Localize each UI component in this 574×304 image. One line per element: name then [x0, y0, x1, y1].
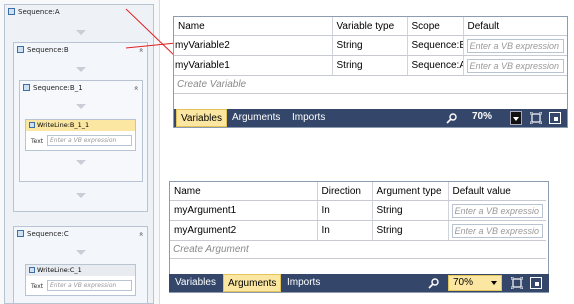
- arguments-toolbar: Variables Arguments Imports 70%: [169, 274, 549, 292]
- tab-arguments[interactable]: Arguments: [223, 274, 282, 292]
- sequence-b1-header[interactable]: Sequence:B_1 »: [20, 81, 142, 95]
- drop-target-arrow: [76, 160, 86, 165]
- variables-toolbar: Variables Arguments Imports 70%: [174, 109, 567, 127]
- arguments-header-row: Name Direction Argument type Default val…: [170, 182, 546, 201]
- chevron-down-icon: [491, 281, 497, 285]
- column-header[interactable]: Name: [174, 17, 333, 36]
- writeline-b11-title: WriteLine:B_1_1: [37, 121, 90, 129]
- text-expression-input[interactable]: Enter a VB expression: [47, 280, 132, 291]
- create-row: Create Argument: [170, 240, 546, 259]
- column-header[interactable]: Default: [463, 17, 567, 36]
- drop-target-arrow: [76, 30, 86, 35]
- column-header[interactable]: Name: [170, 182, 318, 201]
- writeline-b11-header[interactable]: WriteLine:B_1_1: [26, 120, 135, 131]
- zoom-dropdown-button[interactable]: [510, 111, 522, 125]
- sequence-c-header[interactable]: Sequence:C »: [14, 227, 147, 241]
- tab-arguments[interactable]: Arguments: [228, 109, 284, 127]
- variable-default-cell: [463, 35, 567, 56]
- writeline-icon: [29, 267, 35, 273]
- writeline-c1-header[interactable]: WriteLine:C_1: [26, 265, 135, 276]
- argument-default-cell: [448, 200, 546, 221]
- overview-icon[interactable]: [530, 277, 542, 289]
- variables-header-row: Name Variable type Scope Default: [174, 17, 567, 36]
- text-label: Text: [31, 283, 44, 290]
- argument-direction[interactable]: In: [317, 220, 373, 241]
- tab-variables[interactable]: Variables: [171, 274, 220, 292]
- variable-name[interactable]: myVariable1: [174, 55, 333, 76]
- writeline-icon: [29, 122, 35, 128]
- variable-scope[interactable]: Sequence:B: [407, 35, 464, 56]
- arguments-grid: Name Direction Argument type Default val…: [170, 182, 546, 259]
- writeline-c1[interactable]: WriteLine:C_1 Text Enter a VB expression: [25, 264, 136, 296]
- text-expression-input[interactable]: Enter a VB expression: [47, 135, 132, 146]
- table-row[interactable]: myVariable2 String Sequence:B: [174, 35, 567, 56]
- variable-type[interactable]: String: [332, 35, 408, 56]
- variable-scope[interactable]: Sequence:A: [407, 55, 464, 76]
- drop-target-arrow: [76, 104, 86, 109]
- search-icon[interactable]: [446, 112, 458, 124]
- table-row[interactable]: myVariable1 String Sequence:A: [174, 55, 567, 76]
- variable-default-input[interactable]: [466, 58, 564, 73]
- argument-default-input[interactable]: [451, 203, 543, 218]
- chevron-down-icon: [513, 117, 519, 121]
- writeline-c1-title: WriteLine:C_1: [37, 266, 82, 274]
- variables-panel: Name Variable type Scope Default myVaria…: [173, 16, 568, 128]
- zoom-combobox[interactable]: 70%: [448, 275, 502, 291]
- create-row: Create Variable: [174, 75, 567, 94]
- fit-to-screen-icon[interactable]: [530, 112, 542, 124]
- table-row[interactable]: myArgument1 In String: [170, 200, 546, 221]
- create-variable-link[interactable]: Create Variable: [174, 75, 567, 94]
- variables-grid: Name Variable type Scope Default myVaria…: [174, 17, 567, 94]
- create-argument-link[interactable]: Create Argument: [170, 240, 546, 259]
- column-header[interactable]: Direction: [317, 182, 373, 201]
- drop-target-arrow: [76, 193, 86, 198]
- search-icon[interactable]: [428, 277, 440, 289]
- overview-icon[interactable]: [549, 112, 561, 124]
- argument-name[interactable]: myArgument2: [170, 220, 318, 241]
- argument-default-cell: [448, 220, 546, 241]
- zoom-level: 70%: [453, 277, 474, 288]
- argument-direction[interactable]: In: [317, 200, 373, 221]
- zoom-level[interactable]: 70%: [472, 111, 492, 122]
- tab-variables[interactable]: Variables: [176, 109, 227, 127]
- writeline-b11[interactable]: WriteLine:B_1_1 Text Enter a VB expressi…: [25, 119, 136, 151]
- variable-default-cell: [463, 55, 567, 76]
- variable-name[interactable]: myVariable2: [174, 35, 333, 56]
- tab-imports[interactable]: Imports: [288, 109, 329, 127]
- tab-imports[interactable]: Imports: [283, 274, 324, 292]
- drop-target-arrow: [76, 67, 86, 72]
- sequence-a-header[interactable]: Sequence:A: [5, 5, 153, 19]
- sequence-b1-title: Sequence:B_1: [33, 84, 83, 92]
- variable-default-input[interactable]: [466, 38, 564, 53]
- collapse-icon[interactable]: »: [135, 232, 149, 237]
- sequence-b-header[interactable]: Sequence:B »: [14, 43, 147, 57]
- fit-to-screen-icon[interactable]: [511, 277, 523, 289]
- text-label: Text: [31, 138, 44, 145]
- drop-target-arrow: [76, 250, 86, 255]
- sequence-a-title: Sequence:A: [18, 8, 60, 16]
- column-header[interactable]: Default value: [448, 182, 546, 201]
- sequence-icon: [8, 8, 15, 15]
- sequence-c-title: Sequence:C: [27, 230, 69, 238]
- sequence-icon: [17, 230, 24, 237]
- column-header[interactable]: Argument type: [372, 182, 449, 201]
- sequence-icon: [23, 84, 30, 91]
- sequence-icon: [17, 46, 24, 53]
- argument-type[interactable]: String: [372, 220, 449, 241]
- argument-name[interactable]: myArgument1: [170, 200, 318, 221]
- collapse-icon[interactable]: »: [135, 48, 149, 53]
- argument-type[interactable]: String: [372, 200, 449, 221]
- column-header[interactable]: Variable type: [332, 17, 408, 36]
- variable-type[interactable]: String: [332, 55, 408, 76]
- argument-default-input[interactable]: [451, 223, 543, 238]
- table-row[interactable]: myArgument2 In String: [170, 220, 546, 241]
- collapse-icon[interactable]: »: [130, 86, 144, 91]
- sequence-b-title: Sequence:B: [27, 46, 69, 54]
- column-header[interactable]: Scope: [407, 17, 464, 36]
